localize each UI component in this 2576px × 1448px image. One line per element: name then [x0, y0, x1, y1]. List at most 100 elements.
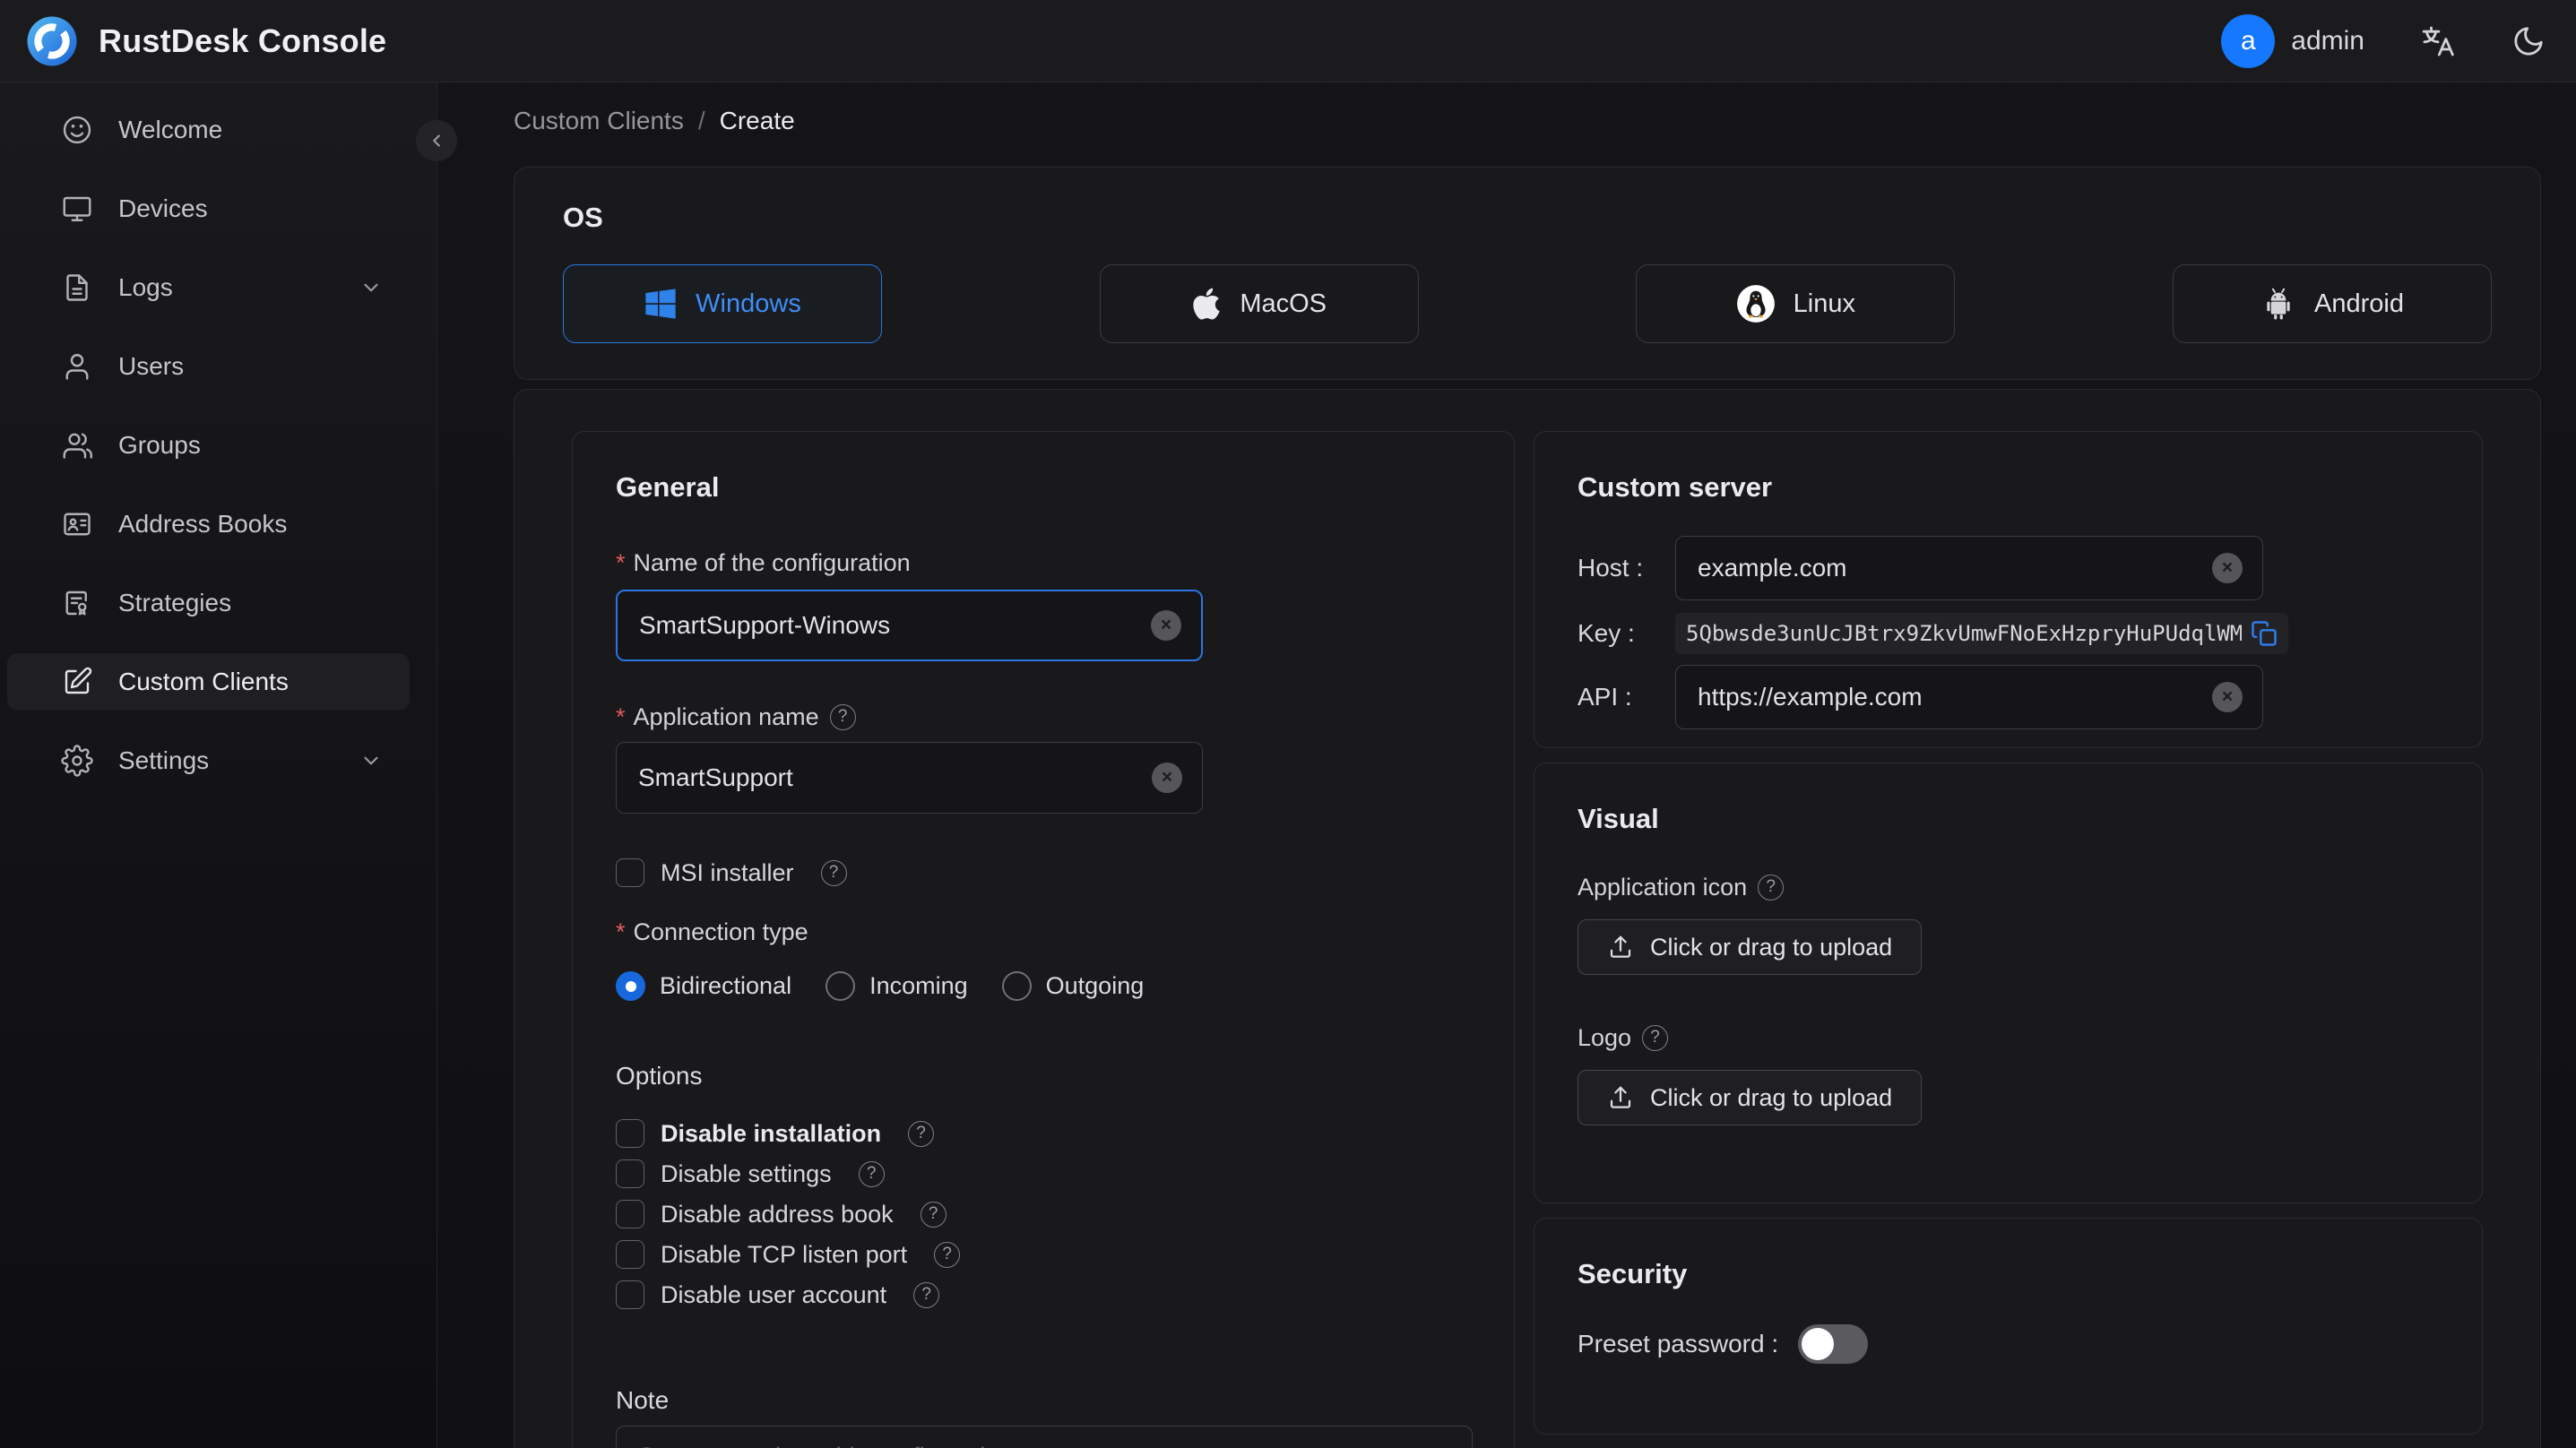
preset-password-label: Preset password :: [1578, 1330, 1779, 1358]
disable-address-book-row: Disable address book ?: [616, 1198, 1471, 1230]
username[interactable]: admin: [2291, 26, 2364, 56]
disable-user-account-checkbox[interactable]: [616, 1280, 644, 1309]
sidebar-collapse-button[interactable]: [416, 120, 457, 161]
rustdesk-console-page: RustDesk Console a admin Welcome Devices…: [0, 0, 2576, 1448]
radio-incoming[interactable]: Incoming: [826, 971, 968, 1001]
general-section: General * Name of the configuration × * …: [572, 431, 1515, 1448]
logo-upload-button[interactable]: Click or drag to upload: [1578, 1070, 1923, 1125]
note-input[interactable]: [616, 1426, 1473, 1448]
configuration-name-input[interactable]: [639, 611, 1151, 640]
language-icon[interactable]: [2420, 23, 2456, 59]
sidebar: Welcome Devices Logs Users Groups Addres…: [0, 82, 457, 1448]
sidebar-item-label: Custom Clients: [118, 668, 289, 695]
clear-input-icon[interactable]: ×: [1152, 763, 1182, 793]
rustdesk-logo-icon: [27, 16, 77, 65]
disable-user-account-row: Disable user account ?: [616, 1279, 1471, 1311]
chevron-down-icon: [359, 749, 383, 772]
help-icon[interactable]: ?: [908, 1120, 935, 1147]
key-field[interactable]: 5Qbwsde3unUcJBtrx9ZkvUmwFNoExHzpryHuPUdq…: [1675, 613, 2288, 654]
breadcrumb-current: Create: [719, 107, 795, 134]
sidebar-item-devices[interactable]: Devices: [7, 180, 410, 237]
application-name-label: * Application name ?: [616, 701, 1471, 733]
sidebar-item-logs[interactable]: Logs: [7, 259, 410, 316]
apple-logo-icon: [1191, 286, 1222, 322]
sidebar-item-label: Strategies: [118, 589, 232, 616]
host-field: ×: [1675, 536, 2263, 600]
sidebar-item-address-books[interactable]: Address Books: [7, 496, 410, 553]
disable-tcp-listen-port-checkbox[interactable]: [616, 1240, 644, 1269]
options-checkbox-list: Disable installation ? Disable settings …: [616, 1117, 1471, 1311]
os-options-row: Windows MacOS Linux Android: [563, 264, 2492, 343]
disable-installation-checkbox[interactable]: [616, 1119, 644, 1148]
copy-icon[interactable]: [2251, 620, 2278, 647]
key-label: Key :: [1578, 619, 1635, 647]
os-button-linux[interactable]: Linux: [1636, 264, 1956, 343]
sidebar-item-custom-clients[interactable]: Custom Clients: [7, 653, 410, 711]
help-icon[interactable]: ?: [829, 703, 856, 730]
monitor-icon: [61, 193, 93, 225]
tux-penguin-icon: [1736, 284, 1776, 323]
os-section: OS Windows MacOS Linux Android: [514, 167, 2541, 380]
msi-installer-checkbox[interactable]: [616, 858, 644, 887]
help-icon[interactable]: ?: [1758, 874, 1785, 901]
disable-installation-row: Disable installation ?: [616, 1117, 1471, 1150]
api-input[interactable]: [1698, 683, 2212, 711]
msi-installer-row: MSI installer ?: [616, 857, 1471, 889]
options-title: Options: [616, 1062, 703, 1090]
upload-button-label: Click or drag to upload: [1650, 933, 1893, 961]
radio-bidirectional[interactable]: Bidirectional: [616, 971, 791, 1001]
breadcrumb-parent[interactable]: Custom Clients: [514, 107, 684, 135]
clear-input-icon[interactable]: ×: [1151, 610, 1181, 641]
strategy-document-icon: [61, 587, 93, 619]
help-icon[interactable]: ?: [934, 1241, 961, 1268]
key-value[interactable]: 5Qbwsde3unUcJBtrx9ZkvUmwFNoExHzpryHuPUdq…: [1686, 621, 2242, 646]
sidebar-item-welcome[interactable]: Welcome: [7, 101, 410, 159]
help-icon[interactable]: ?: [913, 1281, 940, 1308]
windows-logo-icon: [644, 287, 678, 321]
host-input[interactable]: [1698, 554, 2212, 582]
radio-outgoing[interactable]: Outgoing: [1001, 971, 1144, 1001]
disable-address-book-checkbox[interactable]: [616, 1200, 644, 1228]
sidebar-item-users[interactable]: Users: [7, 338, 410, 395]
right-column: Custom server Host : × Key : 5Qbwsde3un: [1534, 431, 2483, 1435]
shell: Welcome Devices Logs Users Groups Addres…: [0, 82, 2576, 1448]
clear-input-icon[interactable]: ×: [2212, 682, 2243, 712]
edit-square-icon: [61, 666, 93, 698]
application-name-input[interactable]: [638, 763, 1152, 792]
sidebar-item-label: Welcome: [118, 116, 223, 143]
sidebar-item-strategies[interactable]: Strategies: [7, 574, 410, 632]
key-row: Key : 5Qbwsde3unUcJBtrx9ZkvUmwFNoExHzpry…: [1578, 613, 2439, 654]
required-asterisk: *: [616, 703, 626, 730]
os-button-macos[interactable]: MacOS: [1099, 264, 1419, 343]
avatar-letter: a: [2240, 25, 2256, 56]
os-button-windows[interactable]: Windows: [563, 264, 882, 343]
help-icon[interactable]: ?: [820, 859, 847, 886]
api-row: API : ×: [1578, 665, 2439, 729]
required-asterisk: *: [616, 918, 626, 945]
radio-icon: [826, 971, 856, 1001]
sidebar-item-groups[interactable]: Groups: [7, 417, 410, 474]
security-section: Security Preset password :: [1534, 1218, 2483, 1435]
msi-installer-label: MSI installer: [661, 858, 794, 886]
android-robot-icon: [2260, 286, 2296, 322]
host-label: Host :: [1578, 554, 1644, 582]
header-actions: a admin: [2221, 13, 2546, 68]
help-icon[interactable]: ?: [920, 1201, 947, 1228]
chevron-down-icon: [359, 276, 383, 299]
note-label: Note: [616, 1386, 670, 1414]
dark-mode-moon-icon[interactable]: [2511, 24, 2546, 58]
disable-settings-checkbox[interactable]: [616, 1159, 644, 1188]
help-icon[interactable]: ?: [1642, 1024, 1669, 1051]
preset-password-toggle[interactable]: [1798, 1324, 1869, 1364]
general-section-title: General: [616, 471, 720, 503]
avatar[interactable]: a: [2221, 13, 2276, 68]
sidebar-item-label: Logs: [118, 273, 173, 301]
logo-label: Logo ?: [1578, 1021, 2439, 1054]
clear-input-icon[interactable]: ×: [2212, 553, 2243, 583]
help-icon[interactable]: ?: [858, 1160, 885, 1187]
form-panel: General * Name of the configuration × * …: [514, 389, 2541, 1448]
sidebar-item-settings[interactable]: Settings: [7, 732, 410, 789]
breadcrumb-separator: /: [697, 107, 705, 134]
application-icon-upload-button[interactable]: Click or drag to upload: [1578, 919, 1923, 975]
os-button-android[interactable]: Android: [2172, 264, 2492, 343]
